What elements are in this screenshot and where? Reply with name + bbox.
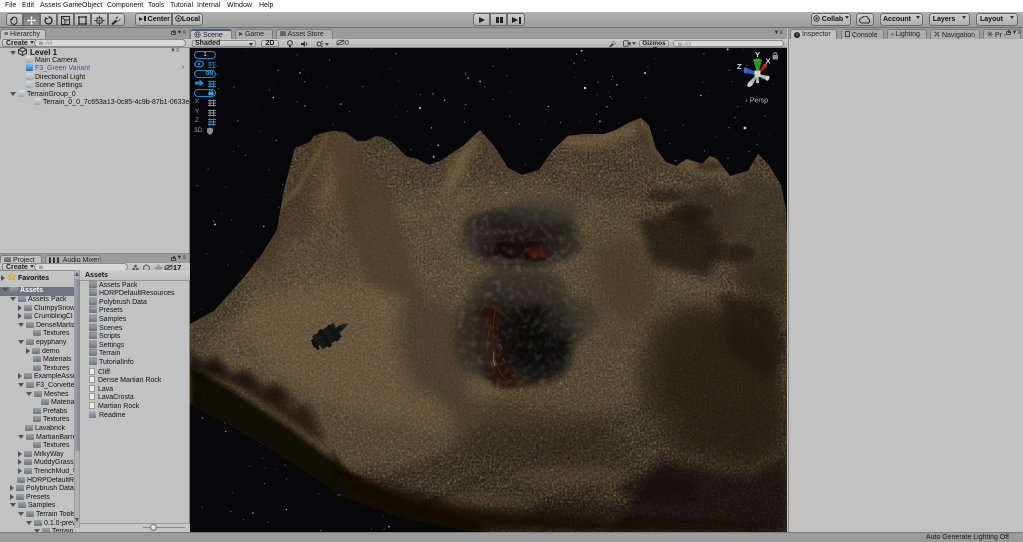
svg-text:Z: Z [737,62,742,71]
svg-text:Y: Y [755,50,760,59]
svg-text:‹ Persp: ‹ Persp [746,98,769,105]
svg-text:X: X [766,57,771,66]
